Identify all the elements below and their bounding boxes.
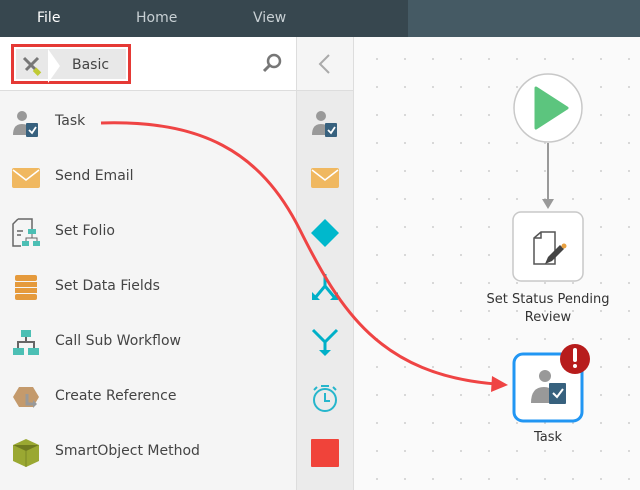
email-icon — [12, 168, 40, 188]
menu-home[interactable]: Home — [136, 10, 177, 26]
data-fields-icon — [15, 275, 37, 300]
set-status-node-label: Set Status Pending Review — [486, 292, 610, 325]
breadcrumb[interactable]: Basic — [11, 44, 131, 84]
menu-file[interactable]: File — [37, 10, 60, 26]
toolbox-item-label: Create Reference — [55, 388, 177, 404]
toolbox-panel: Basic Task Send Email Set Folio Set Data… — [0, 37, 297, 490]
toolbox-item-set-folio[interactable]: Set Folio — [0, 205, 296, 260]
toolbox-item-task[interactable]: Task — [0, 95, 296, 150]
end-icon[interactable] — [309, 437, 341, 469]
menu-view[interactable]: View — [253, 10, 286, 26]
toolbox-item-label: Set Data Fields — [55, 278, 160, 294]
breadcrumb-basic[interactable]: Basic — [72, 57, 109, 73]
task-icon — [13, 111, 38, 137]
top-menu-bar: File Home View — [0, 0, 640, 37]
top-bar-extension — [408, 0, 640, 37]
toolbox-item-label: Set Folio — [55, 223, 115, 239]
email-icon[interactable] — [309, 162, 341, 194]
toolbox-item-label: Send Email — [55, 168, 134, 184]
toolbox-item-send-email[interactable]: Send Email — [0, 150, 296, 205]
task-node-label: Task — [533, 430, 563, 445]
tools-icon — [22, 56, 42, 76]
decision-diamond-icon[interactable] — [309, 217, 341, 249]
collapse-chevron-left-icon[interactable] — [315, 53, 335, 75]
smartobject-icon — [13, 439, 39, 467]
toolbox-item-label: SmartObject Method — [55, 443, 200, 459]
merge-icon[interactable] — [309, 327, 341, 359]
sub-workflow-icon — [13, 330, 39, 355]
breadcrumb-separator — [48, 49, 60, 83]
task-icon[interactable] — [309, 107, 341, 139]
toolbox-header: Basic — [0, 37, 296, 91]
toolbox-item-set-data-fields[interactable]: Set Data Fields — [0, 260, 296, 315]
folio-icon — [12, 218, 40, 247]
reference-icon — [13, 387, 39, 408]
toolbox-item-create-reference[interactable]: Create Reference — [0, 370, 296, 425]
toolbox-item-call-sub-workflow[interactable]: Call Sub Workflow — [0, 315, 296, 370]
collapsed-toolbox-strip — [297, 37, 354, 490]
toolbox-item-smartobject-method[interactable]: SmartObject Method — [0, 425, 296, 480]
split-icon[interactable] — [309, 272, 341, 304]
toolbox-item-label: Task — [55, 113, 86, 129]
workflow-canvas[interactable] — [355, 37, 640, 490]
timer-icon[interactable] — [309, 382, 341, 414]
search-icon[interactable] — [260, 51, 284, 75]
toolbox-item-label: Call Sub Workflow — [55, 333, 181, 349]
